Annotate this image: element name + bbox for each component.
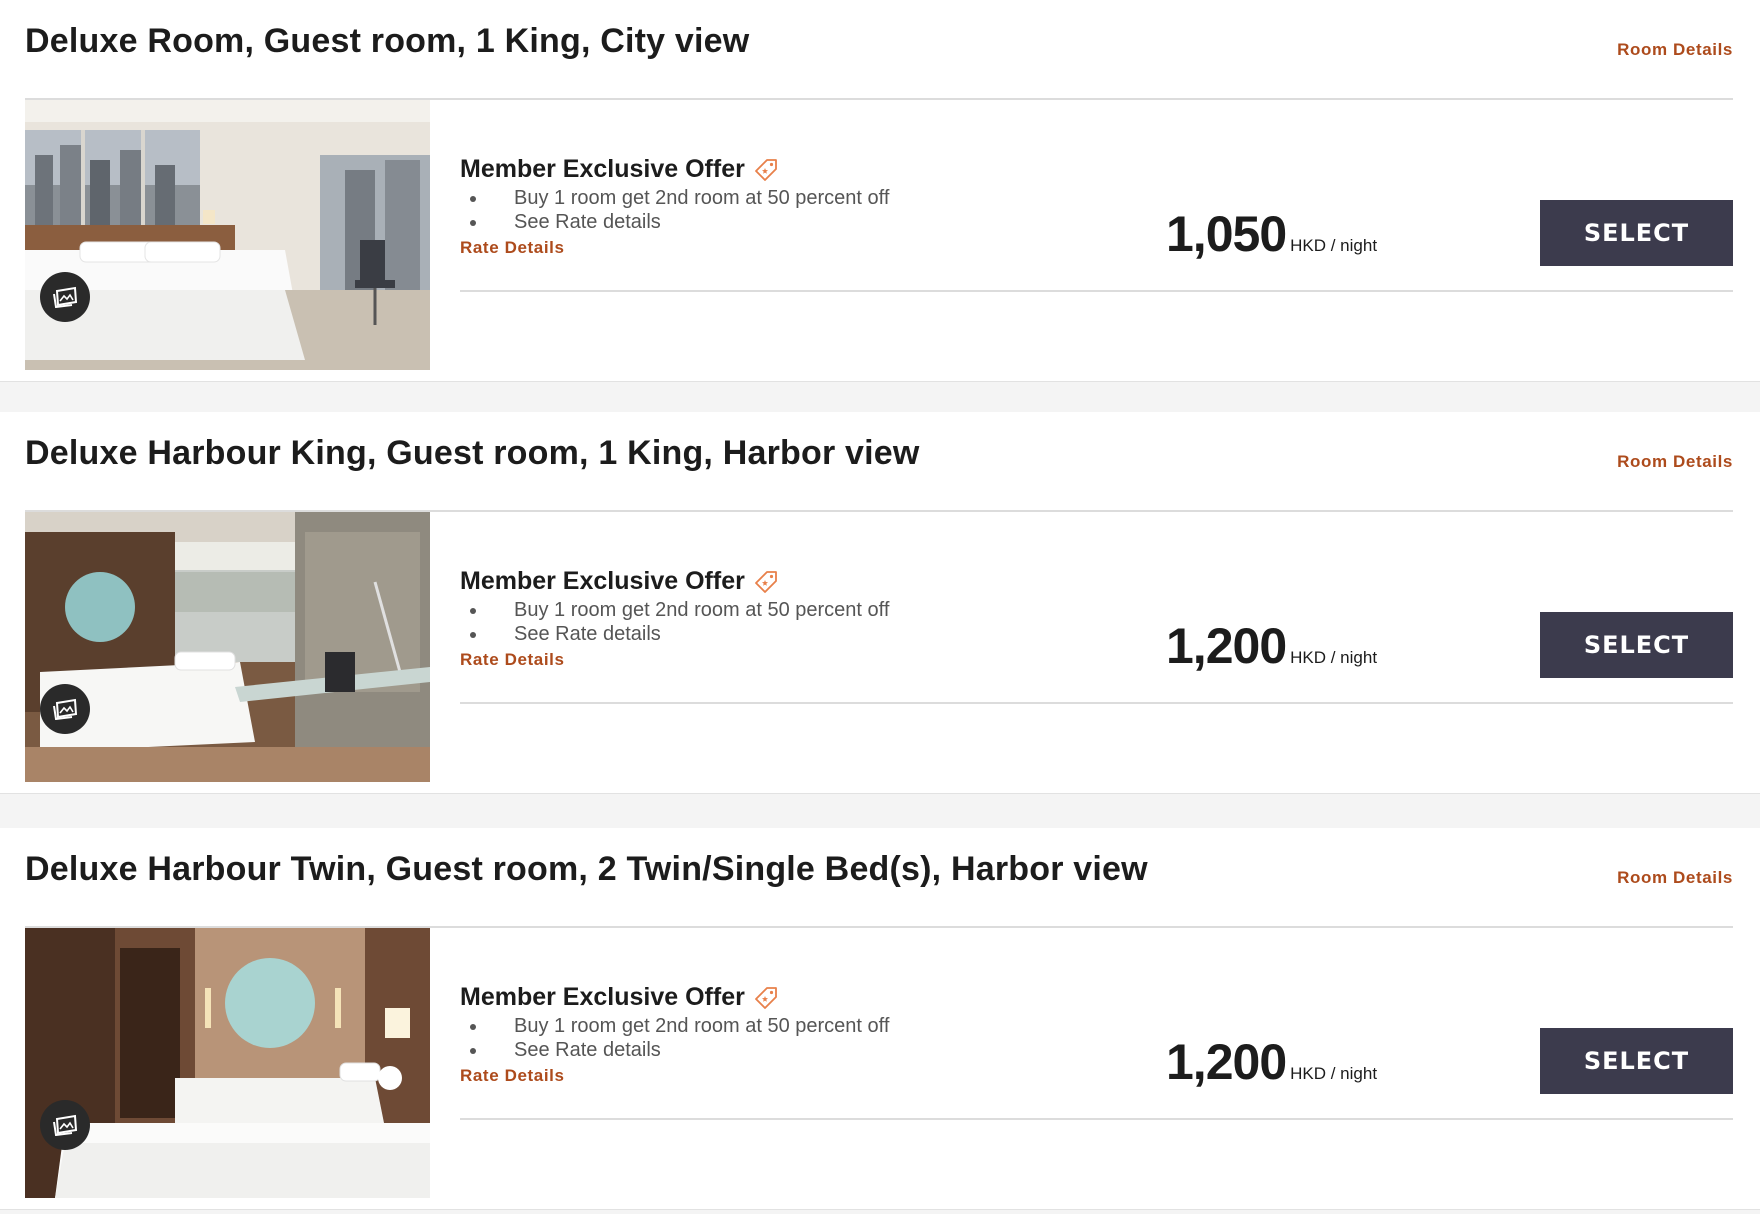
price-tag-icon	[753, 157, 779, 183]
select-button[interactable]: SELECT	[1540, 612, 1733, 678]
offer-title-text: Member Exclusive Offer	[460, 567, 745, 595]
room-details-link[interactable]: Room Details	[1617, 868, 1733, 888]
price: 1,200 HKD / night	[1166, 617, 1377, 675]
offer-title-text: Member Exclusive Offer	[460, 983, 745, 1011]
room-details-link[interactable]: Room Details	[1617, 452, 1733, 472]
offer-bullet: Buy 1 room get 2nd room at 50 percent of…	[460, 598, 1020, 622]
room-title: Deluxe Room, Guest room, 1 King, City vi…	[25, 22, 750, 60]
select-button[interactable]: SELECT	[1540, 200, 1733, 266]
price-unit: HKD / night	[1290, 236, 1378, 255]
room-photo[interactable]	[25, 100, 430, 370]
room-card: Deluxe Harbour Twin, Guest room, 2 Twin/…	[0, 828, 1760, 1210]
room-card: Deluxe Harbour King, Guest room, 1 King,…	[0, 412, 1760, 794]
rate-block: Member Exclusive Offer Buy 1 room get 2n…	[460, 983, 1020, 1086]
room-card: Deluxe Room, Guest room, 1 King, City vi…	[0, 0, 1760, 382]
select-button[interactable]: SELECT	[1540, 1028, 1733, 1094]
price-amount: 1,050	[1166, 206, 1287, 262]
photo-gallery-icon[interactable]	[40, 272, 90, 322]
offer-title: Member Exclusive Offer	[460, 983, 1020, 1012]
offer-bullets: Buy 1 room get 2nd room at 50 percent of…	[460, 186, 1020, 234]
rate-block: Member Exclusive Offer Buy 1 room get 2n…	[460, 155, 1020, 258]
offer-bullet: See Rate details	[460, 1038, 1020, 1062]
room-list: Deluxe Room, Guest room, 1 King, City vi…	[0, 0, 1760, 1214]
price-amount: 1,200	[1166, 618, 1287, 674]
offer-bullets: Buy 1 room get 2nd room at 50 percent of…	[460, 598, 1020, 646]
divider	[460, 290, 1733, 292]
room-photo[interactable]	[25, 928, 430, 1198]
price: 1,200 HKD / night	[1166, 1033, 1377, 1091]
offer-bullet: Buy 1 room get 2nd room at 50 percent of…	[460, 186, 1020, 210]
offer-bullet: Buy 1 room get 2nd room at 50 percent of…	[460, 1014, 1020, 1038]
divider	[460, 1118, 1733, 1120]
price: 1,050 HKD / night	[1166, 205, 1377, 263]
room-title: Deluxe Harbour Twin, Guest room, 2 Twin/…	[25, 850, 1148, 888]
price-unit: HKD / night	[1290, 648, 1378, 667]
price-tag-icon	[753, 569, 779, 595]
divider	[460, 702, 1733, 704]
offer-bullets: Buy 1 room get 2nd room at 50 percent of…	[460, 1014, 1020, 1062]
room-photo-harbour-king	[25, 512, 430, 782]
price-unit: HKD / night	[1290, 1064, 1378, 1083]
photo-gallery-icon[interactable]	[40, 1100, 90, 1150]
offer-bullet: See Rate details	[460, 622, 1020, 646]
room-photo-harbour-twin	[25, 928, 430, 1198]
rate-details-link[interactable]: Rate Details	[460, 650, 565, 670]
rate-details-link[interactable]: Rate Details	[460, 238, 565, 258]
photo-gallery-icon[interactable]	[40, 684, 90, 734]
room-title: Deluxe Harbour King, Guest room, 1 King,…	[25, 434, 920, 472]
price-amount: 1,200	[1166, 1034, 1287, 1090]
room-details-link[interactable]: Room Details	[1617, 40, 1733, 60]
offer-title: Member Exclusive Offer	[460, 567, 1020, 596]
room-photo[interactable]	[25, 512, 430, 782]
price-tag-icon	[753, 985, 779, 1011]
room-photo-city-view	[25, 100, 430, 370]
offer-title: Member Exclusive Offer	[460, 155, 1020, 184]
rate-details-link[interactable]: Rate Details	[460, 1066, 565, 1086]
rate-block: Member Exclusive Offer Buy 1 room get 2n…	[460, 567, 1020, 670]
offer-bullet: See Rate details	[460, 210, 1020, 234]
offer-title-text: Member Exclusive Offer	[460, 155, 745, 183]
